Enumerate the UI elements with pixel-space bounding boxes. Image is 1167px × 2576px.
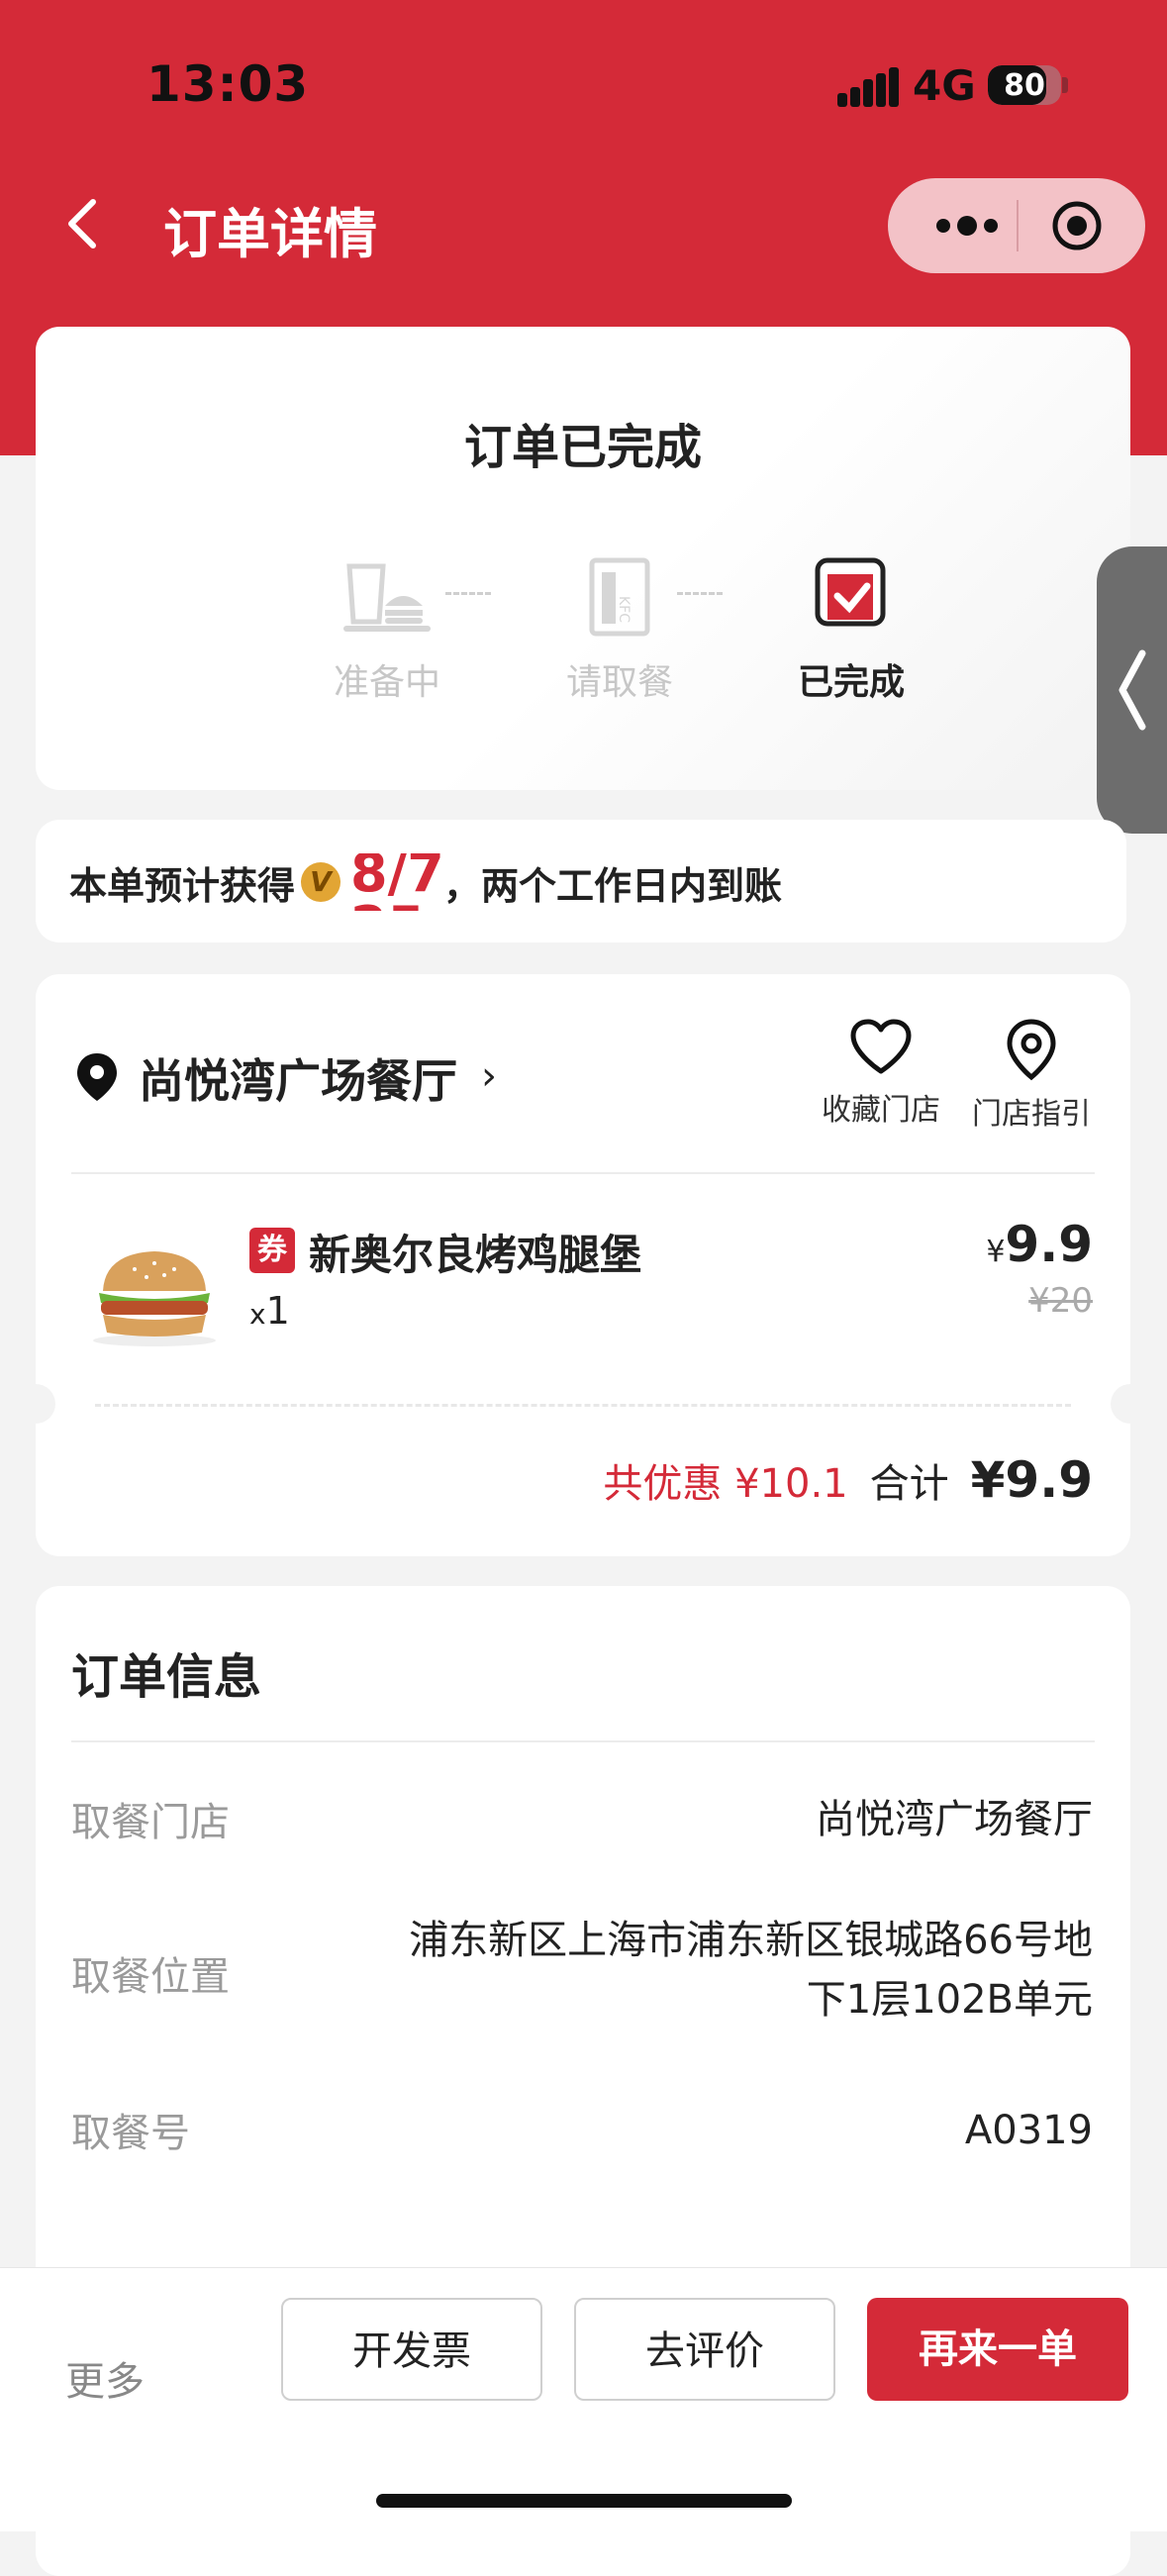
favorite-store-button[interactable]: 收藏门店 [822,1018,940,1129]
svg-text:KFC: KFC [616,596,632,623]
price-value: 9.9 [1005,1216,1093,1273]
perforation-line [95,1404,1071,1407]
chevron-left-icon [1118,649,1146,731]
v-gold-icon: V [301,862,341,902]
step-pickup: KFC 请取餐 [540,556,699,705]
side-drawer-tab[interactable] [1097,546,1167,834]
quantity-value: 1 [265,1289,290,1333]
points-suffix: ，两个工作日内到账 [443,863,783,908]
step-label: 已完成 [797,662,905,703]
home-indicator [376,2494,792,2508]
step-preparing: 准备中 [308,556,466,705]
heart-icon [850,1019,912,1074]
bottom-action-bar: 更多 开发票 去评价 再来一单 [0,2267,1167,2531]
item-original-price: ¥20 [1028,1281,1093,1321]
step-label: 请取餐 [565,662,673,703]
coupon-tag: 券 [249,1228,295,1273]
info-key: 取餐门店 [71,1800,230,1845]
signal-icon [837,67,899,107]
quantity-prefix: x [249,1298,266,1331]
ticket-notch [16,1384,55,1424]
more-dots-icon [936,216,998,236]
burger-image [93,1251,216,1346]
close-miniprogram-button[interactable] [1051,200,1103,251]
info-row-pickup-number: 取餐号 A0319 [71,2101,1093,2160]
info-key: 取餐位置 [71,1954,230,2000]
status-bar: 13:03 4G 80 [0,0,1167,173]
reorder-button[interactable]: 再来一单 [867,2298,1128,2401]
item-price: ¥9.9 [986,1216,1093,1273]
step-label: 准备中 [333,662,440,703]
points-card: 本单预计获得 V 8/7 25 ，两个工作日内到账 [36,820,1126,942]
currency-symbol: ¥ [986,1235,1006,1269]
review-button[interactable]: 去评价 [574,2298,835,2401]
divider [71,1740,1095,1742]
info-key: 取餐号 [71,2111,190,2156]
favorite-label: 收藏门店 [822,1093,940,1128]
location-pin-icon [77,1053,117,1101]
info-value-line: 下1层102B单元 [806,1977,1093,2023]
points-text: 本单预计获得 V 8/7 25 ，两个工作日内到账 [69,853,782,911]
battery-level: 80 [1004,68,1045,103]
kfc-bag-icon: KFC [572,556,667,640]
invoice-button[interactable]: 开发票 [281,2298,542,2401]
guide-label: 门店指引 [972,1097,1091,1132]
info-value: 尚悦湾广场餐厅 [816,1797,1093,1842]
item-quantity: x1 [249,1289,290,1333]
target-circle-icon [1052,201,1102,250]
order-status-title: 订单已完成 [463,420,702,475]
info-value: 浦东新区上海市浦东新区银城路66号地 下1层102B单元 [409,1911,1093,2030]
info-value-line: 浦东新区上海市浦东新区银城路66号地 [409,1918,1093,1963]
step-completed: 已完成 [772,556,930,705]
info-row-pickup-location: 取餐位置 浦东新区上海市浦东新区银城路66号地 下1层102B单元 [71,1911,1093,2030]
step-connector [445,592,491,595]
status-time: 13:03 [146,55,310,113]
info-value: A0319 [964,2108,1093,2153]
points-prefix: 本单预计获得 [69,863,296,908]
battery-icon: 80 [988,65,1061,105]
capsule-divider [1017,200,1019,251]
back-button[interactable] [57,196,113,251]
store-name-link[interactable]: 尚悦湾广场餐厅 [139,1045,457,1111]
divider [71,1172,1095,1174]
completed-check-icon [804,556,899,640]
more-button[interactable]: 更多 [65,2349,145,2407]
total-value: ¥9.9 [970,1451,1093,1509]
miniprogram-capsule [888,178,1145,273]
info-row-pickup-store: 取餐门店 尚悦湾广场餐厅 [71,1790,1093,1849]
total-row: 共优惠 ¥10.1 合计 ¥9.9 [603,1451,1093,1509]
step-connector [677,592,723,595]
food-tray-icon [340,556,435,640]
order-info-title: 订单信息 [71,1649,262,1705]
ticket-notch [1111,1384,1150,1424]
order-status-card: 订单已完成 准备中 KFC 请取餐 已完成 [36,327,1130,790]
points-value: 8/7 25 [344,853,443,911]
more-button[interactable] [927,206,1007,246]
item-name: 新奥尔良烤鸡腿堡 [309,1231,642,1279]
discount-amount: 共优惠 ¥10.1 [603,1461,848,1507]
total-label: 合计 [869,1461,949,1507]
chevron-right-icon[interactable]: › [481,1053,497,1099]
chevron-left-icon [68,199,96,248]
store-guide-button[interactable]: 门店指引 [972,1018,1091,1133]
points-value-rolling-bottom: 25 [350,895,425,911]
map-pin-icon [1007,1019,1056,1081]
page-title: 订单详情 [163,203,377,265]
battery-tip [1062,77,1068,93]
network-label: 4G [913,61,976,110]
store-order-card: 尚悦湾广场餐厅 › 收藏门店 门店指引 券 新奥尔良烤鸡腿堡 x1 ¥9.9 ¥… [16,974,1150,1556]
